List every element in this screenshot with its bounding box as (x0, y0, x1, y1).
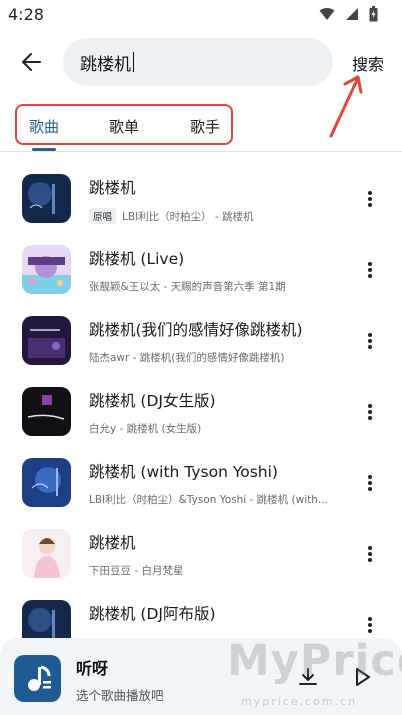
search-query: 跳楼机 (80, 54, 131, 75)
watermark: MyPrice (227, 636, 402, 686)
original-badge: 原唱 (89, 208, 117, 224)
watermark-sub: myprice.com.cn (241, 695, 358, 708)
album-cover (22, 529, 71, 578)
album-cover (22, 245, 71, 294)
song-title: 跳楼机 (DJ阿布版) (89, 605, 216, 623)
text-caret (133, 52, 134, 72)
more-options-icon[interactable] (362, 614, 378, 636)
song-row[interactable]: 跳楼机 (Live) 张靓颖&王以太 - 天赐的声音第六季 第1期 (0, 223, 402, 294)
annotation-arrow-icon (329, 75, 363, 138)
back-arrow-icon[interactable] (18, 48, 46, 76)
search-input[interactable]: 跳楼机 (63, 38, 333, 86)
battery-icon (369, 6, 378, 22)
more-options-icon[interactable] (362, 543, 378, 565)
signal-icon (346, 8, 358, 20)
wifi-icon (319, 8, 335, 20)
album-cover (22, 387, 71, 436)
album-cover (22, 174, 71, 223)
song-title: 跳楼机 (DJ女生版) (89, 392, 216, 410)
player-subtitle: 选个歌曲播放吧 (76, 688, 164, 703)
song-subtitle: 张靓颖&王以太 - 天赐的声音第六季 第1期 (89, 281, 286, 293)
more-options-icon[interactable] (362, 330, 378, 352)
song-title: 跳楼机 (with Tyson Yoshi) (89, 463, 278, 481)
song-title: 跳楼机 (Live) (89, 250, 185, 268)
song-title: 跳楼机 (89, 179, 136, 197)
status-time: 4:28 (8, 5, 44, 24)
player-title: 听呀 (76, 659, 109, 678)
song-subtitle: 陆杰awr - 跳楼机(我们的感情好像跳楼机) (89, 352, 285, 364)
app-logo-icon (14, 655, 61, 702)
song-row[interactable]: 跳楼机(我们的感情好像跳楼机) 陆杰awr - 跳楼机(我们的感情好像跳楼机) (0, 294, 402, 365)
more-options-icon[interactable] (362, 259, 378, 281)
more-options-icon[interactable] (362, 401, 378, 423)
song-title: 跳楼机(我们的感情好像跳楼机) (89, 321, 303, 339)
tab-songs[interactable]: 歌曲 (29, 116, 59, 137)
tab-artists[interactable]: 歌手 (190, 116, 220, 137)
status-icons (319, 6, 378, 22)
tab-playlists[interactable]: 歌单 (109, 116, 139, 137)
status-bar: 4:28 (0, 0, 402, 30)
song-row[interactable]: 跳楼机 (with Tyson Yoshi) LBI利比（时柏尘）&Tyson … (0, 436, 402, 507)
more-options-icon[interactable] (362, 188, 378, 210)
song-subtitle: 白允y - 跳楼机 (女生版) (89, 423, 202, 435)
song-title: 跳楼机 (89, 534, 136, 552)
song-subtitle: 原唱 LBI利比（时柏尘） - 跳楼机 (89, 208, 254, 224)
song-row[interactable]: 跳楼机 原唱 LBI利比（时柏尘） - 跳楼机 (0, 152, 402, 224)
album-cover (22, 316, 71, 365)
song-row[interactable]: 跳楼机 下田豆豆 - 白月梵星 (0, 507, 402, 578)
song-row[interactable]: 跳楼机 (DJ女生版) 白允y - 跳楼机 (女生版) (0, 365, 402, 436)
song-subtitle: LBI利比（时柏尘）&Tyson Yoshi - 跳楼机 (with... (89, 494, 328, 506)
song-subtitle: 下田豆豆 - 白月梵星 (89, 565, 184, 577)
more-options-icon[interactable] (362, 472, 378, 494)
album-cover (22, 458, 71, 507)
